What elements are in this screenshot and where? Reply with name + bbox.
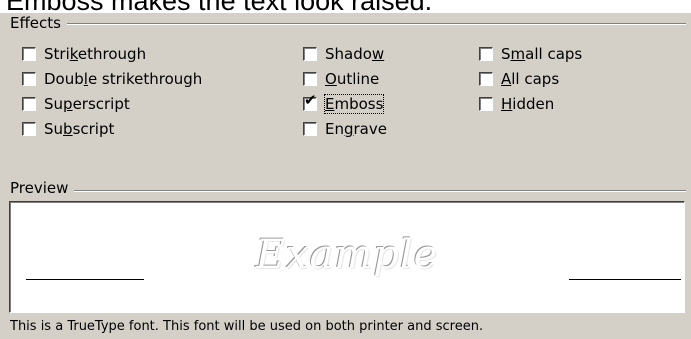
check-mark-icon: ✔ xyxy=(304,91,317,109)
font-effects-dialog: Effects Strikethrough Double strikethrou… xyxy=(0,13,691,339)
checkbox-shadow[interactable]: Shadow xyxy=(303,45,384,63)
checkbox-label: Shadow xyxy=(325,45,385,63)
checkbox-strikethrough[interactable]: Strikethrough xyxy=(22,45,146,63)
preview-sample-text: Example xyxy=(255,232,439,278)
checkbox-label: Small caps xyxy=(501,45,583,63)
checkbox-engrave[interactable]: Engrave xyxy=(303,120,387,138)
checkbox-box[interactable] xyxy=(303,72,317,86)
checkbox-box[interactable] xyxy=(22,47,36,61)
checkbox-box[interactable] xyxy=(303,47,317,61)
effects-group-title: Effects xyxy=(10,14,67,32)
preview-group-line xyxy=(10,190,686,192)
checkbox-label: Double strikethrough xyxy=(44,70,203,88)
checkbox-box[interactable] xyxy=(479,97,493,111)
font-status-text: This is a TrueType font. This font will … xyxy=(10,319,484,334)
checkbox-box[interactable] xyxy=(22,72,36,86)
checkbox-label: Outline xyxy=(325,70,380,88)
preview-baseline-right xyxy=(569,279,681,280)
checkbox-label: Emboss xyxy=(323,94,385,114)
checkbox-subscript[interactable]: Subscript xyxy=(22,120,114,138)
checkbox-superscript[interactable]: Superscript xyxy=(22,95,130,113)
checkbox-emboss[interactable]: ✔ Emboss xyxy=(303,93,385,114)
effects-group-line xyxy=(10,23,686,25)
checkbox-hidden[interactable]: Hidden xyxy=(479,95,554,113)
checkbox-box[interactable] xyxy=(22,122,36,136)
checkbox-double-strikethrough[interactable]: Double strikethrough xyxy=(22,70,202,88)
checkbox-label: Engrave xyxy=(325,120,387,138)
checkbox-all-caps[interactable]: All caps xyxy=(479,70,559,88)
preview-group-title: Preview xyxy=(10,179,75,197)
checkbox-box[interactable] xyxy=(303,122,317,136)
checkbox-outline[interactable]: Outline xyxy=(303,70,379,88)
checkbox-box[interactable] xyxy=(479,47,493,61)
checkbox-box[interactable]: ✔ xyxy=(303,93,317,111)
checkbox-label: Superscript xyxy=(44,95,130,113)
checkbox-box[interactable] xyxy=(479,72,493,86)
checkbox-box[interactable] xyxy=(22,97,36,111)
checkbox-label: Hidden xyxy=(501,95,555,113)
preview-baseline-left xyxy=(26,279,144,280)
checkbox-small-caps[interactable]: Small caps xyxy=(479,45,582,63)
checkbox-label: All caps xyxy=(501,70,560,88)
checkbox-label: Subscript xyxy=(44,120,115,138)
checkbox-label: Strikethrough xyxy=(44,45,147,63)
preview-pane: Example xyxy=(9,201,685,313)
